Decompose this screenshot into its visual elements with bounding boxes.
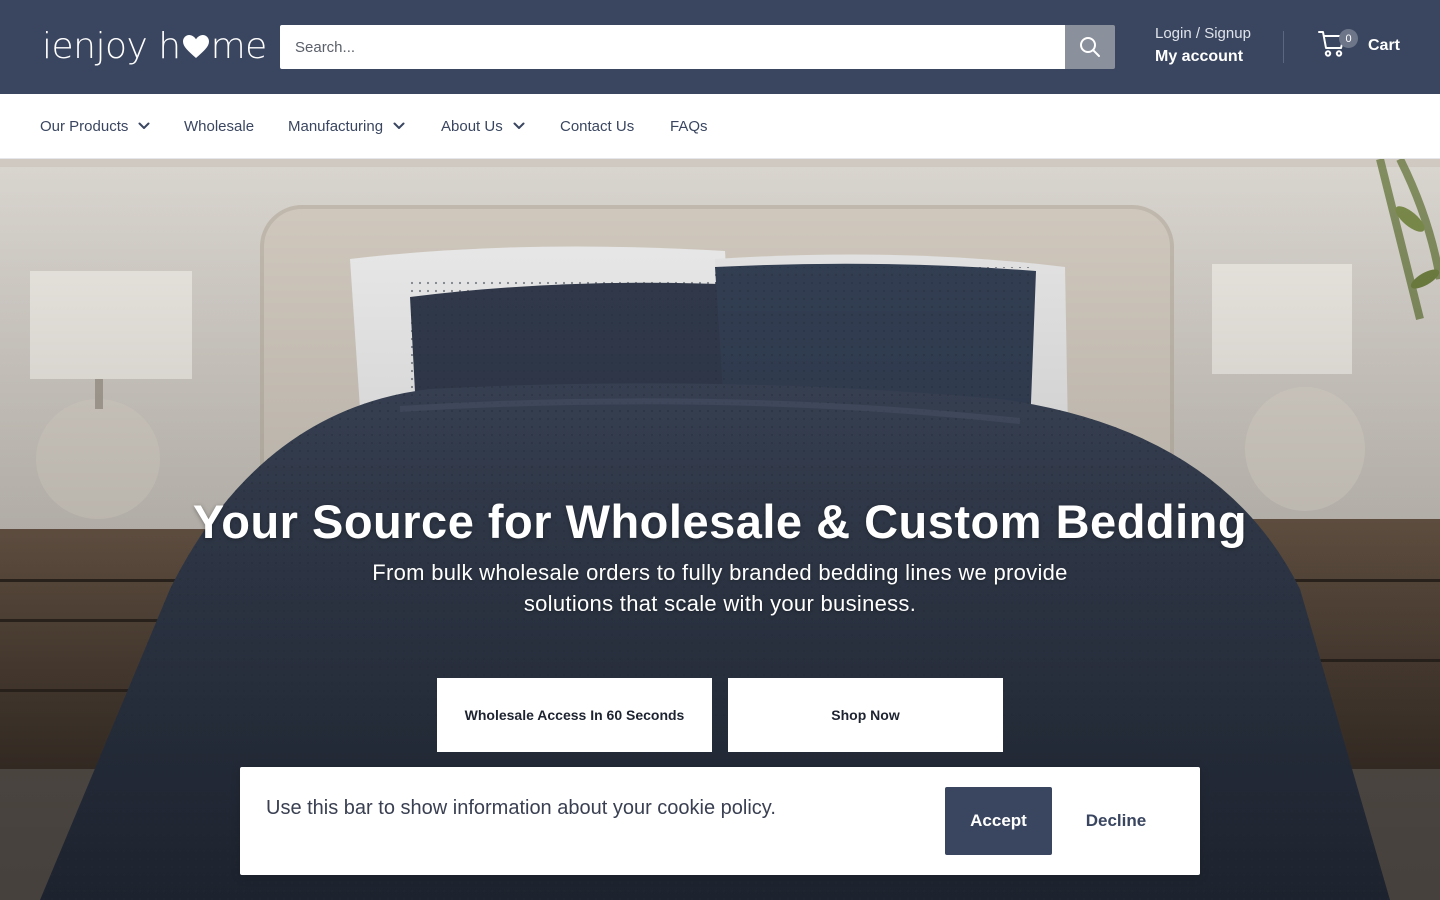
cookie-message: Use this bar to show information about y… [266,797,776,819]
chevron-down-icon [393,122,405,129]
heart-icon [182,35,209,58]
cookie-bar: Use this bar to show information about y… [240,767,1200,875]
nav-item-wholesale[interactable]: Wholesale [184,94,254,158]
logo-text-right: me [210,25,268,67]
nav-item-about-us[interactable]: About Us [441,94,525,158]
hero-subtitle: From bulk wholesale orders to fully bran… [372,560,1068,616]
wholesale-access-button[interactable]: Wholesale Access In 60 Seconds [437,678,712,752]
main-nav: Our Products Wholesale Manufacturing Abo… [0,94,1440,159]
hero-title: Your Source for Wholesale & Custom Beddi… [192,495,1248,548]
shop-now-button[interactable]: Shop Now [728,678,1003,752]
decline-button[interactable]: Decline [1070,787,1162,855]
chevron-down-icon [513,122,525,129]
search-input[interactable] [280,25,1065,69]
nav-item-label: Wholesale [184,117,255,135]
accept-button[interactable]: Accept [945,787,1052,855]
nav-item-label: About Us [441,117,503,135]
nav-item-contact-us[interactable]: Contact Us [560,94,634,158]
logo[interactable]: ienjoy h me [42,22,267,70]
chevron-down-icon [138,122,150,129]
search-button[interactable] [1065,25,1115,69]
nav-item-label: FAQs [670,117,708,135]
cart-label[interactable]: Cart [1368,37,1400,55]
account-area: Login / Signup My account [1155,24,1251,70]
logo-text-left: ienjoy h [42,25,181,67]
cart-count-badge: 0 [1339,29,1358,48]
nav-item-manufacturing[interactable]: Manufacturing [288,94,405,158]
header-divider [1283,31,1284,63]
login-signup-link[interactable]: Login / Signup [1155,24,1251,44]
nav-item-faqs[interactable]: FAQs [670,94,708,158]
nav-item-label: Contact Us [560,117,635,135]
nav-item-our-products[interactable]: Our Products [40,94,150,158]
top-header: ienjoy h me Login / Signup My account 0 … [0,0,1440,94]
search-bar [280,25,1115,69]
nav-item-label: Manufacturing [288,117,384,135]
my-account-link[interactable]: My account [1155,44,1251,70]
search-icon [1080,37,1100,57]
nav-item-label: Our Products [40,117,129,135]
